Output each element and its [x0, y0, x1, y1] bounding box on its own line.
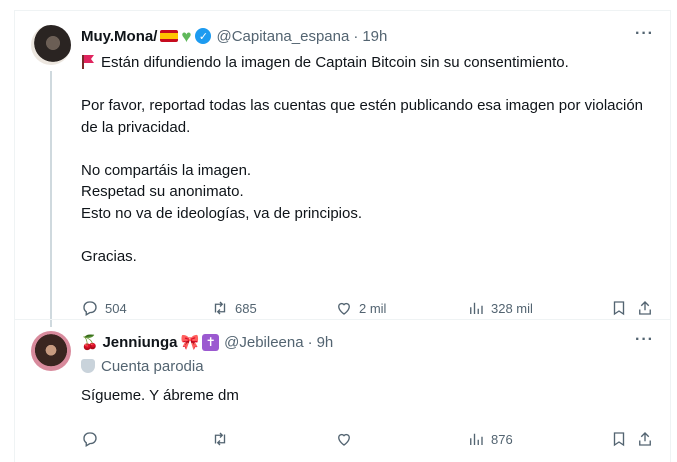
- reply-icon: [83, 301, 97, 316]
- reply-count: 504: [105, 300, 127, 316]
- retweet-count: 685: [235, 300, 257, 316]
- verified-badge-icon[interactable]: ✓: [195, 28, 212, 44]
- bookmark-icon: [613, 301, 625, 316]
- analytics-icon: [470, 433, 483, 445]
- red-flag-icon: [81, 55, 95, 69]
- thread-line: [50, 71, 52, 327]
- heart-icon: [338, 433, 350, 446]
- timestamp[interactable]: 9h: [317, 334, 334, 351]
- views-button[interactable]: 876: [467, 430, 513, 448]
- ribbon-icon: 🎀: [180, 334, 200, 351]
- tweet-header: Muy.Mona/ ♥ ✓ @Capitana_espana · 19h: [81, 25, 654, 47]
- tweet-text-content: Están difundiendo la imagen de Captain B…: [81, 54, 644, 265]
- tweet-header: 🍒 Jenniunga 🎀 ✝ @Jebileena · 9h: [81, 331, 654, 353]
- separator-dot: ·: [307, 333, 313, 351]
- handle[interactable]: @Capitana_espana: [216, 28, 349, 45]
- divider: [15, 319, 670, 320]
- green-heart-icon: ♥: [181, 26, 192, 46]
- timeline-frame: Muy.Mona/ ♥ ✓ @Capitana_espana · 19h ···…: [14, 10, 671, 462]
- views-count: 876: [491, 431, 513, 447]
- bookmark-button[interactable]: [610, 299, 628, 317]
- parody-mask-icon: [81, 359, 95, 373]
- latin-cross-icon: ✝: [202, 333, 220, 351]
- retweet-icon: [214, 301, 226, 315]
- heart-icon: [338, 302, 350, 315]
- spain-flag-icon: [160, 30, 179, 42]
- tweet-text: Sígueme. Y ábreme dm: [81, 387, 239, 404]
- display-name[interactable]: Jenniunga: [102, 334, 177, 351]
- retweet-button[interactable]: [211, 430, 235, 448]
- views-button[interactable]: 328 mil: [467, 299, 533, 317]
- share-icon: [639, 301, 651, 315]
- display-name[interactable]: Muy.Mona/: [81, 28, 157, 45]
- share-icon: [639, 432, 651, 446]
- like-button[interactable]: 2 mil: [335, 299, 386, 317]
- parody-label: Cuenta parodia: [81, 355, 654, 377]
- share-button[interactable]: [636, 430, 654, 448]
- cherries-icon: 🍒: [81, 333, 99, 350]
- more-options-icon[interactable]: ···: [635, 25, 654, 43]
- reply-button[interactable]: [81, 430, 105, 448]
- retweet-icon: [214, 432, 226, 446]
- more-options-icon[interactable]: ···: [635, 331, 654, 349]
- reply-button[interactable]: 504: [81, 299, 127, 317]
- handle[interactable]: @Jebileena: [224, 334, 303, 351]
- views-count: 328 mil: [491, 300, 533, 316]
- retweet-button[interactable]: 685: [211, 299, 257, 317]
- tweet-actions: 876: [81, 428, 654, 450]
- avatar[interactable]: [31, 25, 71, 65]
- avatar[interactable]: [31, 331, 71, 371]
- like-count: 2 mil: [359, 300, 387, 316]
- timestamp[interactable]: 19h: [362, 28, 387, 45]
- parody-label-text: Cuenta parodia: [101, 357, 204, 375]
- share-button[interactable]: [636, 299, 654, 317]
- tweet-actions: 504 685 2 mil 328 mil: [81, 297, 654, 319]
- analytics-icon: [470, 302, 483, 314]
- tweet-text: Están difundiendo la imagen de Captain B…: [81, 52, 654, 267]
- separator-dot: ·: [353, 27, 359, 45]
- like-button[interactable]: [335, 430, 359, 448]
- bookmark-icon: [613, 432, 625, 447]
- bookmark-button[interactable]: [610, 430, 628, 448]
- reply-icon: [83, 432, 97, 447]
